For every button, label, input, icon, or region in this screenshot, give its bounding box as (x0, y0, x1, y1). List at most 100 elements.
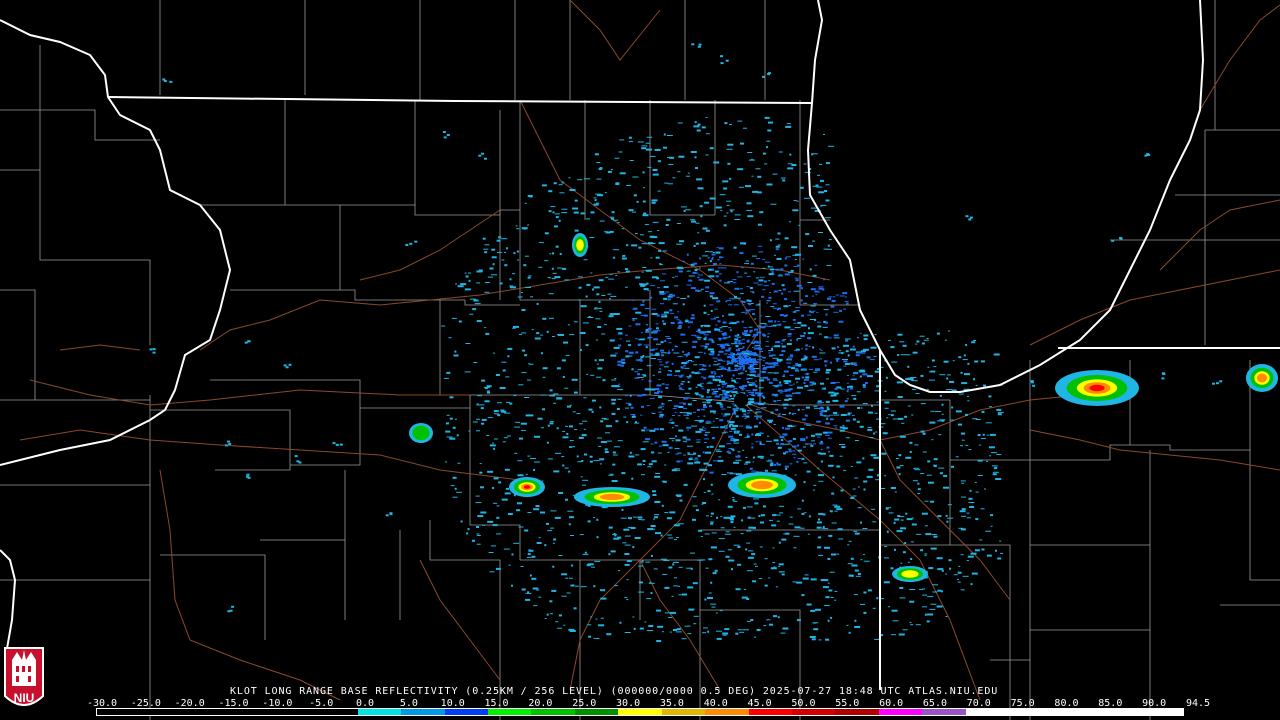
echo-pixel (677, 122, 683, 124)
echo-pixel (572, 411, 576, 413)
echo-pixel (836, 465, 841, 468)
echo-pixel (830, 382, 836, 384)
echo-pixel (894, 548, 896, 551)
echo-pixel (441, 325, 446, 327)
echo-pixel (759, 578, 763, 579)
echo-pixel (870, 454, 877, 457)
echo-pixel (761, 356, 766, 358)
echo-pixel (611, 385, 618, 388)
echo-pixel (685, 438, 691, 441)
echo-pixel (854, 363, 858, 366)
echo-pixel (618, 570, 620, 572)
colorbar-segment (1009, 709, 1053, 715)
echo-pixel (758, 245, 762, 247)
echo-pixel (565, 498, 568, 501)
echo-pixel (746, 425, 750, 428)
echo-pixel (610, 216, 614, 218)
echo-pixel (905, 512, 908, 515)
echo-pixel (770, 567, 777, 570)
echo-pixel (728, 559, 735, 562)
echo-pixel (768, 121, 773, 124)
echo-pixel (443, 377, 449, 379)
echo-pixel (897, 417, 904, 420)
echo-pixel (708, 381, 712, 383)
echo-pixel (583, 322, 589, 324)
echo-pixel (917, 488, 921, 491)
echo-pixel (947, 504, 952, 506)
echo-pixel (540, 511, 545, 514)
echo-pixel (697, 338, 701, 340)
echo-pixel (757, 375, 761, 377)
echo-pixel (642, 200, 646, 203)
echo-pixel (564, 467, 569, 469)
echo-pixel (863, 611, 867, 614)
echo-pixel (635, 311, 642, 314)
echo-pixel (547, 530, 553, 532)
echo-pixel (731, 403, 735, 405)
echo-pixel (285, 366, 289, 369)
echo-pixel (900, 354, 907, 356)
echo-pixel (568, 177, 571, 179)
echo-pixel (644, 621, 647, 623)
echo-pixel (756, 331, 762, 334)
echo-pixel (817, 325, 822, 328)
echo-pixel (681, 381, 686, 383)
echo-pixel (746, 340, 750, 343)
echo-pixel (676, 266, 683, 269)
echo-pixel (957, 571, 962, 574)
echo-pixel (650, 554, 653, 557)
echo-pixel (464, 371, 471, 373)
echo-pixel (802, 258, 805, 260)
echo-pixel (844, 300, 849, 302)
echo-pixel (784, 326, 791, 329)
echo-pixel (786, 362, 792, 364)
echo-pixel (778, 565, 781, 567)
echo-pixel (832, 399, 839, 402)
echo-pixel (574, 429, 578, 431)
echo-pixel (718, 538, 725, 540)
echo-pixel (625, 350, 629, 353)
echo-pixel (602, 379, 606, 382)
echo-pixel (747, 152, 753, 153)
echo-pixel (842, 427, 848, 430)
echo-pixel (561, 595, 567, 597)
echo-pixel (562, 376, 565, 378)
echo-pixel (649, 397, 655, 399)
echo-pixel (802, 368, 806, 371)
echo-pixel (645, 269, 652, 272)
echo-pixel (733, 410, 739, 412)
echo-pixel (817, 474, 824, 477)
echo-pixel (755, 411, 762, 413)
echo-pixel (845, 419, 850, 422)
echo-pixel (826, 417, 829, 420)
echo-pixel (487, 391, 490, 394)
echo-pixel (852, 375, 855, 377)
echo-pixel (596, 518, 599, 521)
echo-pixel (751, 433, 754, 436)
echo-pixel (580, 305, 587, 308)
echo-pixel (596, 339, 599, 341)
echo-pixel (677, 356, 683, 357)
echo-pixel (730, 515, 736, 518)
echo-pixel (228, 443, 232, 445)
echo-pixel (805, 406, 810, 409)
echo-pixel (767, 320, 773, 323)
echo-pixel (812, 274, 817, 277)
echo-pixel (549, 277, 551, 279)
echo-pixel (607, 440, 612, 442)
echo-pixel (680, 383, 684, 385)
echo-pixel (794, 350, 799, 352)
echo-pixel (973, 340, 977, 341)
echo-pixel (907, 561, 910, 563)
echo-pixel (751, 370, 757, 373)
echo-pixel (824, 434, 830, 436)
echo-pixel (643, 212, 647, 215)
echo-pixel (746, 570, 753, 572)
echo-pixel (766, 619, 771, 621)
echo-pixel (726, 148, 733, 150)
echo-pixel (724, 394, 728, 397)
echo-pixel (728, 435, 734, 438)
echo-pixel (657, 287, 660, 289)
echo-pixel (569, 446, 573, 448)
echo-pixel (499, 387, 506, 389)
